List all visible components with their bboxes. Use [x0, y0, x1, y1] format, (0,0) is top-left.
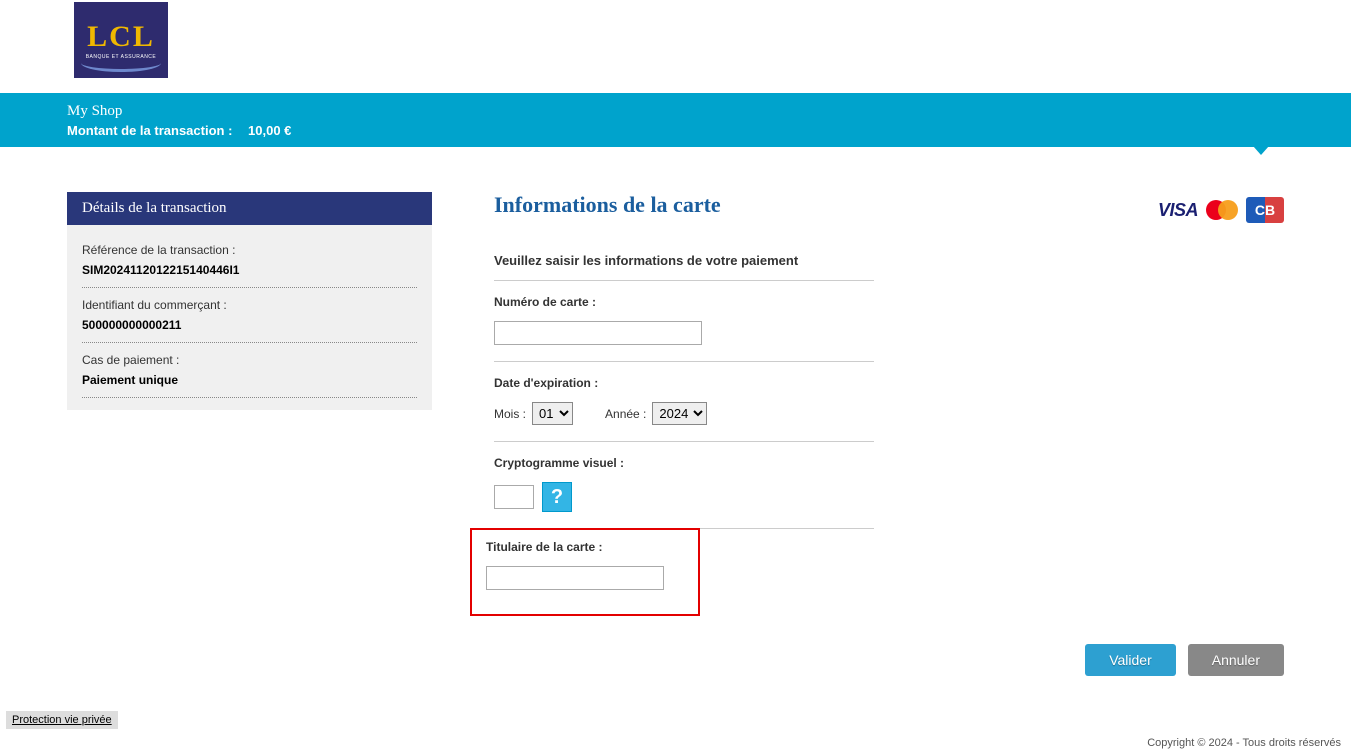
logo-swoosh	[81, 54, 161, 72]
logo-text: LCL	[87, 20, 155, 54]
detail-reference: Référence de la transaction : SIM2024112…	[82, 237, 417, 288]
year-label: Année :	[605, 407, 646, 421]
cardholder-highlighted-box: Titulaire de la carte :	[470, 528, 700, 616]
privacy-link[interactable]: Protection vie privée	[6, 711, 118, 729]
year-select[interactable]: 2024	[652, 402, 707, 425]
merchant-label: Identifiant du commerçant :	[82, 298, 417, 312]
lcl-logo: LCL BANQUE ET ASSURANCE	[74, 2, 168, 78]
reference-label: Référence de la transaction :	[82, 243, 417, 257]
expiry-row: Date d'expiration : Mois : 01 Année : 20…	[494, 361, 874, 441]
cancel-button[interactable]: Annuler	[1188, 644, 1284, 676]
footer: Protection vie privée Copyright © 2024 -…	[0, 711, 1351, 751]
card-number-input[interactable]	[494, 321, 702, 345]
action-buttons: Valider Annuler	[494, 644, 1284, 676]
amount-line: Montant de la transaction : 10,00 €	[67, 123, 1351, 138]
payment-form-area: VISA CB Informations de la carte Veuille…	[494, 192, 1284, 676]
transaction-header: My Shop Montant de la transaction : 10,0…	[0, 93, 1351, 147]
card-number-label: Numéro de carte :	[494, 295, 874, 309]
transaction-details-sidebar: Détails de la transaction Référence de l…	[67, 192, 432, 676]
amount-value: 10,00 €	[248, 123, 291, 138]
cardholder-section: Titulaire de la carte :	[494, 528, 874, 616]
cb-icon: CB	[1246, 197, 1284, 223]
visa-icon: VISA	[1158, 200, 1198, 221]
copyright-text: Copyright © 2024 - Tous droits réservés	[0, 729, 1351, 751]
cvv-input[interactable]	[494, 485, 534, 509]
cardholder-input[interactable]	[486, 566, 664, 590]
validate-button[interactable]: Valider	[1085, 644, 1176, 676]
month-select[interactable]: 01	[532, 402, 573, 425]
accepted-cards: VISA CB	[1158, 197, 1284, 223]
expiry-label: Date d'expiration :	[494, 376, 874, 390]
cvv-label: Cryptogramme visuel :	[494, 456, 874, 470]
sidebar-title: Détails de la transaction	[67, 192, 432, 225]
payment-case-label: Cas de paiement :	[82, 353, 417, 367]
form-instruction: Veuillez saisir les informations de votr…	[494, 253, 1284, 268]
reference-value: SIM2024112012215140446I1	[82, 263, 417, 277]
month-label: Mois :	[494, 407, 526, 421]
main-content: Détails de la transaction Référence de l…	[0, 147, 1351, 696]
payment-case-value: Paiement unique	[82, 373, 417, 387]
mastercard-icon	[1206, 200, 1238, 220]
cvv-row: Cryptogramme visuel : ?	[494, 441, 874, 528]
shop-name: My Shop	[67, 103, 1351, 120]
detail-payment-case: Cas de paiement : Paiement unique	[82, 347, 417, 398]
detail-merchant: Identifiant du commerçant : 500000000000…	[82, 292, 417, 343]
merchant-value: 500000000000211	[82, 318, 417, 332]
card-number-row: Numéro de carte :	[494, 280, 874, 361]
cvv-help-button[interactable]: ?	[542, 482, 572, 512]
header-top: LCL BANQUE ET ASSURANCE	[0, 0, 1351, 93]
header-pointer	[1253, 146, 1269, 155]
cardholder-label: Titulaire de la carte :	[486, 540, 684, 554]
amount-label: Montant de la transaction :	[67, 123, 232, 138]
